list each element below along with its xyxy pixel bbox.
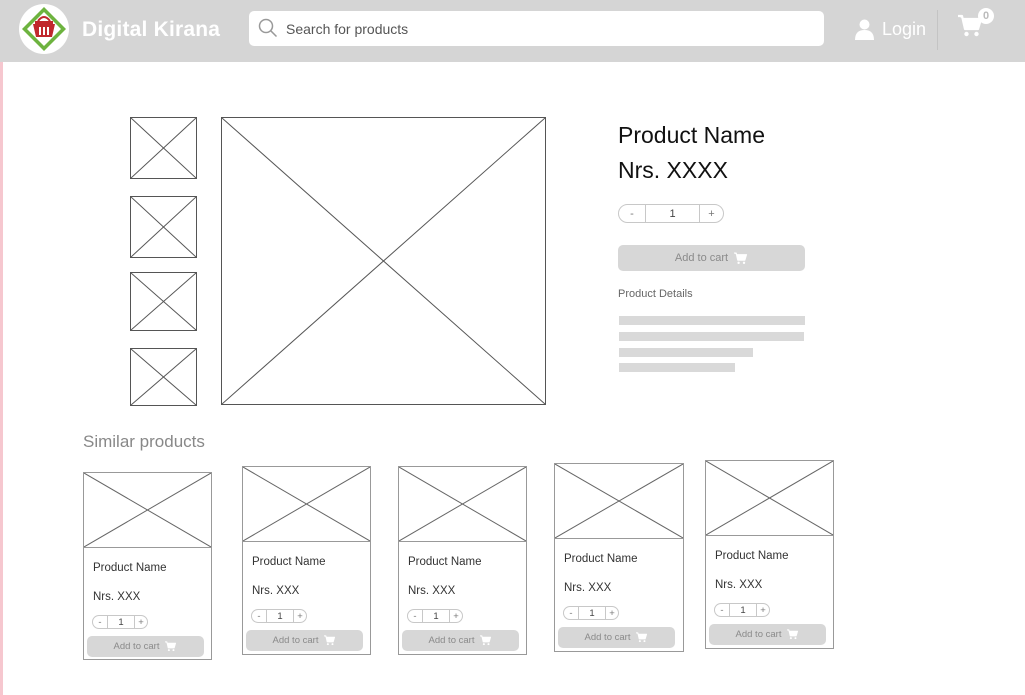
cart-icon (636, 632, 648, 643)
qty-minus-button[interactable]: - (408, 611, 422, 622)
image-placeholder-icon (243, 467, 370, 541)
product-card[interactable]: Product Name Nrs. XXX - 1 + Add to cart (398, 466, 527, 655)
card-product-price: Nrs. XXX (252, 585, 300, 597)
qty-value[interactable]: 1 (422, 610, 450, 622)
login-label: Login (882, 18, 927, 39)
product-price: Nrs. XXXX (618, 157, 728, 183)
add-to-cart-label: Add to cart (584, 632, 631, 643)
qty-plus-button[interactable]: + (757, 605, 769, 616)
image-placeholder-icon (399, 467, 526, 541)
cart-icon (734, 251, 748, 264)
thumbnail-2[interactable] (130, 196, 197, 258)
search-bar[interactable] (249, 11, 824, 46)
cart-count-badge: 0 (978, 8, 994, 24)
card-add-to-cart-button[interactable]: Add to cart (402, 630, 519, 651)
card-product-name[interactable]: Product Name (564, 553, 638, 565)
card-product-name[interactable]: Product Name (93, 562, 167, 574)
card-quantity-stepper: - 1 + (563, 606, 619, 620)
details-text-line (619, 348, 753, 357)
card-image[interactable] (706, 461, 833, 536)
thumbnail-1[interactable] (130, 117, 197, 179)
cart-icon (165, 641, 177, 652)
card-quantity-stepper: - 1 + (92, 615, 148, 629)
card-product-name[interactable]: Product Name (408, 556, 482, 568)
card-add-to-cart-button[interactable]: Add to cart (246, 630, 363, 651)
search-icon (258, 18, 278, 38)
product-card[interactable]: Product Name Nrs. XXX - 1 + Add to cart (705, 460, 834, 649)
image-placeholder-icon (131, 273, 196, 330)
qty-plus-button[interactable]: + (294, 611, 306, 622)
cart-icon (324, 635, 336, 646)
qty-plus-button[interactable]: + (606, 608, 618, 619)
header-divider (937, 10, 938, 50)
image-placeholder-icon (131, 118, 196, 178)
details-text-line (619, 332, 804, 341)
qty-minus-button[interactable]: - (252, 611, 266, 622)
header-cart-button[interactable]: 0 (957, 8, 997, 44)
details-text-line (619, 363, 735, 372)
image-placeholder-icon (84, 473, 211, 547)
thumbnail-3[interactable] (130, 272, 197, 331)
card-image[interactable] (84, 473, 211, 548)
add-to-cart-button[interactable]: Add to cart (618, 245, 805, 271)
card-image[interactable] (555, 464, 683, 539)
qty-minus-button[interactable]: - (715, 605, 729, 616)
qty-value[interactable]: 1 (729, 604, 757, 616)
image-placeholder-icon (131, 349, 196, 405)
card-image[interactable] (399, 467, 526, 542)
page-edge-stripe (0, 0, 3, 695)
basket-logo-icon (22, 7, 66, 51)
top-navbar: Digital Kirana Login 0 (0, 0, 1025, 62)
main-product-image (221, 117, 546, 405)
card-product-price: Nrs. XXX (408, 585, 456, 597)
add-to-cart-label: Add to cart (428, 635, 475, 646)
user-icon (855, 19, 874, 40)
card-product-price: Nrs. XXX (564, 582, 612, 594)
qty-plus-button[interactable]: + (450, 611, 462, 622)
qty-plus-button[interactable]: + (700, 208, 723, 220)
card-add-to-cart-button[interactable]: Add to cart (709, 624, 826, 645)
add-to-cart-label: Add to cart (113, 641, 160, 652)
search-input[interactable] (286, 11, 816, 46)
image-placeholder-icon (555, 464, 683, 538)
image-placeholder-icon (222, 118, 545, 404)
brand-logo[interactable] (19, 4, 69, 54)
qty-value[interactable]: 1 (578, 607, 606, 619)
card-add-to-cart-button[interactable]: Add to cart (558, 627, 675, 648)
cart-icon (787, 629, 799, 640)
card-quantity-stepper: - 1 + (714, 603, 770, 617)
product-details-label: Product Details (618, 288, 693, 300)
card-product-name[interactable]: Product Name (252, 556, 326, 568)
qty-plus-button[interactable]: + (135, 617, 147, 628)
brand-name[interactable]: Digital Kirana (82, 18, 220, 42)
image-placeholder-icon (706, 461, 833, 535)
quantity-stepper: - 1 + (618, 204, 724, 223)
card-product-price: Nrs. XXX (93, 591, 141, 603)
card-quantity-stepper: - 1 + (407, 609, 463, 623)
add-to-cart-label: Add to cart (735, 629, 782, 640)
details-text-line (619, 316, 805, 325)
product-card[interactable]: Product Name Nrs. XXX - 1 + Add to cart (83, 472, 212, 660)
add-to-cart-label: Add to cart (674, 252, 729, 264)
similar-products-heading: Similar products (83, 432, 205, 451)
qty-minus-button[interactable]: - (93, 617, 107, 628)
cart-icon (480, 635, 492, 646)
add-to-cart-label: Add to cart (272, 635, 319, 646)
product-title: Product Name (618, 122, 766, 148)
qty-value[interactable]: 1 (107, 616, 135, 628)
thumbnail-4[interactable] (130, 348, 197, 406)
product-card[interactable]: Product Name Nrs. XXX - 1 + Add to cart (554, 463, 684, 652)
product-card[interactable]: Product Name Nrs. XXX - 1 + Add to cart (242, 466, 371, 655)
card-image[interactable] (243, 467, 370, 542)
qty-minus-button[interactable]: - (564, 608, 578, 619)
qty-value[interactable]: 1 (645, 205, 700, 222)
card-product-price: Nrs. XXX (715, 579, 763, 591)
card-add-to-cart-button[interactable]: Add to cart (87, 636, 204, 657)
qty-minus-button[interactable]: - (619, 208, 645, 220)
card-quantity-stepper: - 1 + (251, 609, 307, 623)
image-placeholder-icon (131, 197, 196, 257)
login-button[interactable]: Login (855, 17, 926, 41)
card-product-name[interactable]: Product Name (715, 550, 789, 562)
qty-value[interactable]: 1 (266, 610, 294, 622)
